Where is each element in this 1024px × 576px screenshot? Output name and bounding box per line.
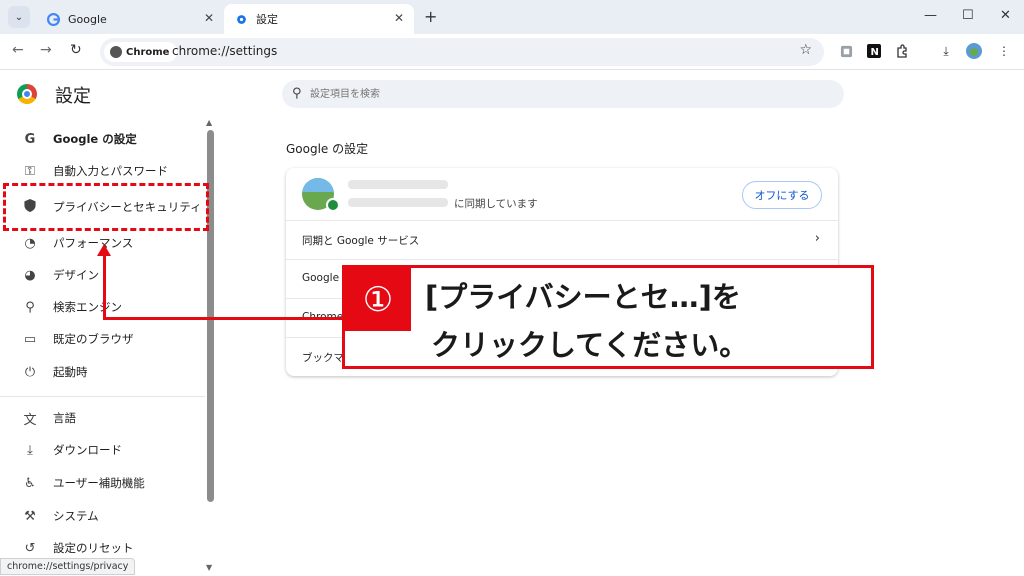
sidebar-item-label: Google の設定 bbox=[53, 132, 137, 146]
sidebar-item-system[interactable]: ⚒ システム bbox=[0, 501, 205, 531]
connector-line-vertical bbox=[103, 254, 106, 319]
extensions-icon[interactable] bbox=[894, 43, 910, 59]
row-label: Google bbox=[302, 272, 340, 284]
speedometer-icon: ◔ bbox=[24, 235, 36, 251]
row-label: 同期と Google サービス bbox=[302, 235, 420, 247]
sidebar-item-languages[interactable]: 文 言語 bbox=[0, 403, 205, 433]
tab-strip: ⌄ Google ✕ 設定 ✕ + — ☐ ✕ bbox=[0, 0, 1024, 34]
blurred-account-name bbox=[348, 180, 448, 189]
sidebar-item-label: 起動時 bbox=[53, 365, 88, 379]
privacy-highlight-box bbox=[3, 183, 209, 231]
sync-icon bbox=[326, 198, 340, 212]
gear-icon bbox=[234, 12, 248, 26]
svg-text:N: N bbox=[871, 47, 879, 58]
sidebar-item-label: デザイン bbox=[53, 268, 99, 282]
search-icon: ⚲ bbox=[292, 86, 302, 101]
profile-avatar-icon[interactable] bbox=[966, 43, 982, 59]
toolbar: ← → ↻ Chrome chrome://settings ☆ N ⤓ ⋮ bbox=[0, 34, 1024, 70]
more-menu-icon[interactable]: ⋮ bbox=[996, 43, 1012, 59]
chrome-logo-icon bbox=[17, 84, 37, 104]
sidebar-item-label: 自動入力とパスワード bbox=[53, 164, 168, 178]
tab-title: Google bbox=[68, 12, 107, 26]
blurred-account-email bbox=[348, 198, 448, 207]
back-icon[interactable]: ← bbox=[12, 42, 24, 58]
site-chip[interactable]: Chrome bbox=[104, 42, 178, 62]
sidebar-item-downloads[interactable]: ⤓ ダウンロード bbox=[0, 435, 205, 465]
sidebar-item-label: 既定のブラウザ bbox=[53, 332, 134, 346]
chip-label: Chrome bbox=[126, 46, 170, 58]
status-bar: chrome://settings/privacy bbox=[0, 558, 136, 575]
forward-icon[interactable]: → bbox=[40, 42, 52, 58]
sidebar-item-accessibility[interactable]: ♿ ユーザー補助機能 bbox=[0, 468, 205, 498]
chevron-down-icon: ⌄ bbox=[14, 11, 24, 23]
url-text[interactable]: chrome://settings bbox=[172, 44, 277, 58]
bookmark-star-icon[interactable]: ☆ bbox=[799, 42, 812, 58]
minimize-icon[interactable]: — bbox=[924, 8, 937, 23]
callout-line-1: [プライバシーとセ…]を bbox=[425, 280, 741, 314]
close-icon[interactable]: ✕ bbox=[394, 11, 404, 25]
google-g-icon: G bbox=[24, 131, 36, 147]
scroll-down-arrow[interactable]: ▼ bbox=[206, 563, 212, 572]
callout-line-2: クリックしてください。 bbox=[431, 328, 749, 362]
search-icon: ⚲ bbox=[25, 299, 35, 315]
browser-icon: ▭ bbox=[23, 331, 37, 347]
download-icon[interactable]: ⤓ bbox=[938, 43, 954, 59]
row-sync-services[interactable]: 同期と Google サービス › bbox=[286, 220, 838, 259]
maximize-icon[interactable]: ☐ bbox=[962, 8, 974, 23]
sidebar-item-label: ダウンロード bbox=[53, 443, 122, 457]
tab-google[interactable]: Google ✕ bbox=[36, 4, 224, 34]
instruction-callout: ① [プライバシーとセ…]を クリックしてください。 bbox=[342, 265, 874, 369]
notion-icon[interactable]: N bbox=[866, 43, 882, 59]
sync-status-text: に同期しています bbox=[454, 198, 538, 210]
power-icon: ⏻ bbox=[24, 364, 36, 380]
tab-search-button[interactable]: ⌄ bbox=[8, 6, 30, 28]
scroll-up-arrow[interactable]: ▲ bbox=[206, 118, 212, 127]
sidebar-item-label: ユーザー補助機能 bbox=[53, 476, 145, 490]
chrome-icon bbox=[110, 46, 122, 58]
step-badge: ① bbox=[345, 268, 411, 331]
sidebar-item-autofill[interactable]: ⚿ 自動入力とパスワード bbox=[0, 156, 205, 186]
close-icon[interactable]: ✕ bbox=[204, 11, 214, 25]
google-g-icon bbox=[46, 12, 60, 26]
sidebar-item-label: システム bbox=[53, 509, 99, 523]
connector-line-horizontal bbox=[103, 317, 343, 320]
sidebar-item-google[interactable]: G Google の設定 bbox=[0, 124, 205, 154]
reset-icon: ↺ bbox=[24, 540, 36, 556]
wrench-icon: ⚒ bbox=[24, 508, 36, 524]
sidebar-divider bbox=[0, 396, 205, 397]
download-icon: ⤓ bbox=[27, 442, 33, 458]
sidebar-item-label: 検索エンジン bbox=[53, 300, 122, 314]
translate-icon: 文 bbox=[23, 412, 37, 428]
sidebar-item-on-startup[interactable]: ⏻ 起動時 bbox=[0, 357, 205, 387]
search-input[interactable] bbox=[310, 85, 830, 103]
extension-puzzle-gray-icon[interactable] bbox=[838, 43, 854, 59]
tab-settings[interactable]: 設定 ✕ bbox=[224, 4, 414, 34]
tab-title: 設定 bbox=[256, 13, 278, 26]
section-title: Google の設定 bbox=[286, 142, 369, 156]
accessibility-icon: ♿ bbox=[24, 475, 36, 491]
key-icon: ⚿ bbox=[25, 163, 35, 179]
sidebar-item-default-browser[interactable]: ▭ 既定のブラウザ bbox=[0, 324, 205, 354]
new-tab-button[interactable]: + bbox=[424, 7, 437, 26]
address-bar[interactable]: Chrome chrome://settings ☆ bbox=[100, 38, 824, 66]
sidebar-item-label: 設定のリセット bbox=[53, 541, 134, 555]
sidebar-item-label: パフォーマンス bbox=[53, 236, 134, 250]
settings-search[interactable]: ⚲ bbox=[282, 80, 844, 108]
chevron-right-icon: › bbox=[814, 231, 820, 246]
window-close-icon[interactable]: ✕ bbox=[1000, 8, 1011, 23]
sidebar-item-label: 言語 bbox=[53, 411, 76, 425]
palette-icon: ◕ bbox=[24, 267, 36, 283]
turn-off-sync-button[interactable]: オフにする bbox=[742, 181, 822, 209]
page-title: 設定 bbox=[55, 86, 91, 107]
reload-icon[interactable]: ↻ bbox=[70, 42, 82, 58]
